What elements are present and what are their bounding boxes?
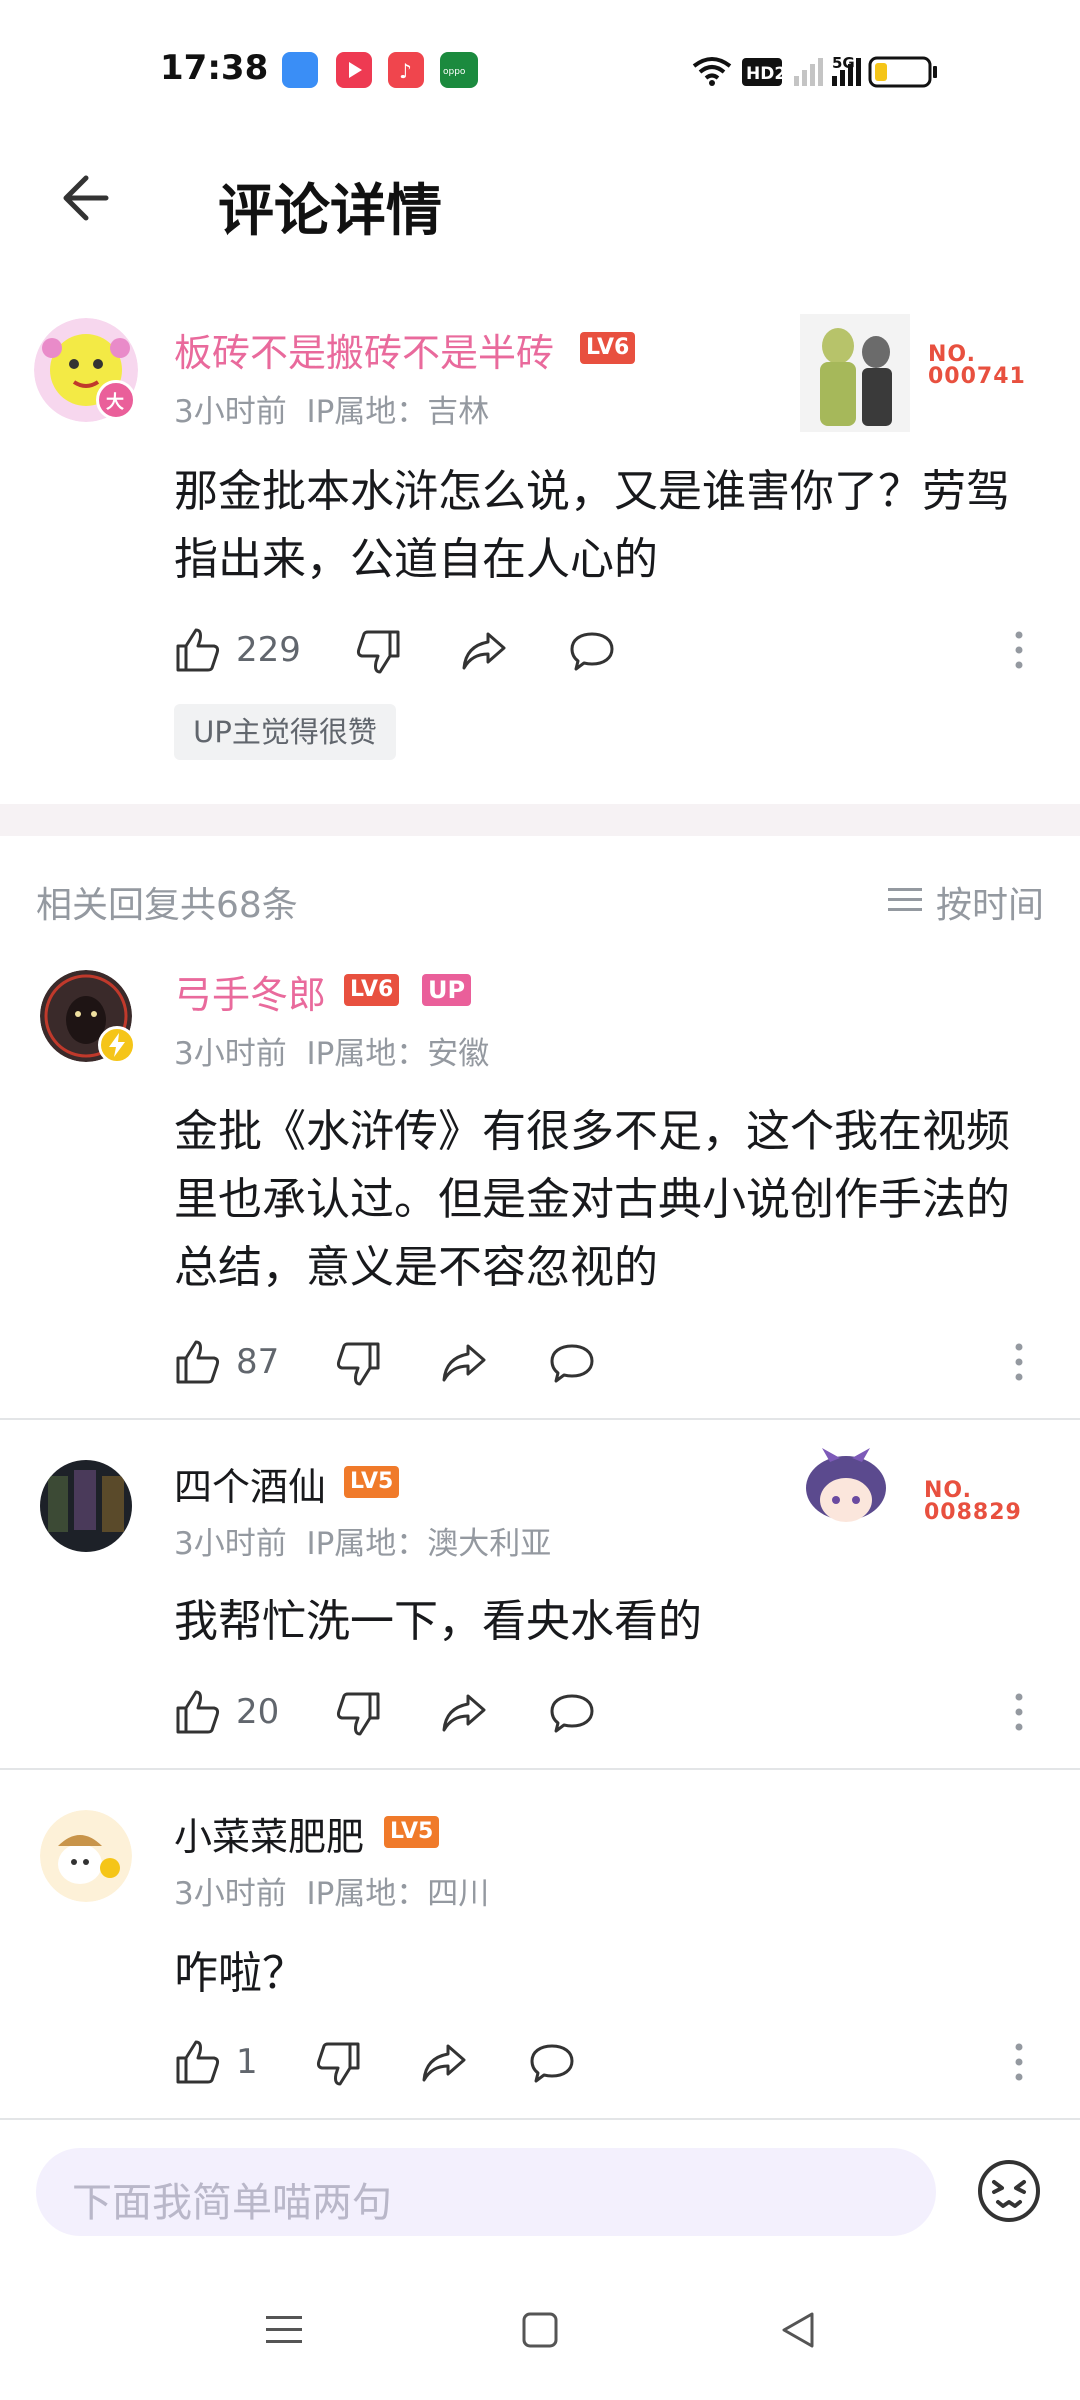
like-icon[interactable] <box>174 626 222 674</box>
sort-label[interactable]: 按时间 <box>936 876 1044 928</box>
sort-button[interactable] <box>886 880 926 920</box>
svg-text:HD2: HD2 <box>746 64 786 84</box>
svg-text:大: 大 <box>106 391 124 413</box>
status-time: 17:38 <box>160 48 269 88</box>
divider <box>0 1418 1080 1420</box>
username[interactable]: 小菜菜肥肥 <box>174 1806 364 1861</box>
menu-nav-icon[interactable] <box>262 2308 306 2352</box>
more-options-icon[interactable] <box>1014 1692 1024 1732</box>
fan-badge-image <box>800 314 910 432</box>
lightning-badge-icon <box>98 1026 136 1064</box>
username[interactable]: 弓手冬郎 <box>174 964 326 1019</box>
back-arrow-icon[interactable] <box>58 172 110 224</box>
reply-icon[interactable] <box>528 2040 576 2088</box>
more-options-icon[interactable] <box>1014 630 1024 670</box>
reply-icon[interactable] <box>548 1340 596 1388</box>
divider <box>0 2118 1080 2120</box>
replies-count: 相关回复共68条 <box>36 885 298 926</box>
dislike-icon[interactable] <box>354 628 402 676</box>
emoji-icon[interactable] <box>976 2158 1042 2224</box>
signal-icon-1 <box>794 58 823 86</box>
level-badge: LV5 <box>384 1816 440 1848</box>
svg-text:♪: ♪ <box>399 59 412 83</box>
like-count: 20 <box>236 1692 280 1732</box>
home-nav-icon[interactable] <box>518 2308 562 2352</box>
reply-icon[interactable] <box>548 1690 596 1738</box>
fan-badge-no: NO. <box>928 342 976 367</box>
svg-text:oppo: oppo <box>443 67 466 77</box>
battery-icon <box>868 56 937 88</box>
comment-content: 那金批本水浒怎么说，又是谁害你了？劳驾 指出来，公道自在人心的 <box>174 466 1010 585</box>
dislike-icon[interactable] <box>334 1340 382 1388</box>
like-icon[interactable] <box>174 1338 222 1386</box>
comment-content: 咋啦？ <box>174 1948 306 1999</box>
page-title: 评论详情 <box>218 179 442 244</box>
fan-badge-no: NO. <box>924 1478 972 1503</box>
level-badge: LV6 <box>580 332 636 364</box>
dislike-icon[interactable] <box>314 2040 362 2088</box>
comment-input-placeholder[interactable]: 下面我简单喵两句 <box>72 2170 392 2228</box>
share-icon[interactable] <box>440 1690 488 1738</box>
music-app-icon: ♪ <box>388 52 424 88</box>
username[interactable]: 四个酒仙 <box>174 1456 326 1511</box>
like-count: 87 <box>236 1342 280 1382</box>
level-badge: LV6 <box>344 974 400 1006</box>
like-count: 229 <box>236 630 301 670</box>
share-icon[interactable] <box>460 628 508 676</box>
oppo-app-icon: oppo <box>440 52 478 88</box>
comment-time: 3小时前 IP属地：吉林 <box>174 394 490 430</box>
reply-icon[interactable] <box>568 628 616 676</box>
avatar[interactable] <box>40 1810 132 1902</box>
up-badge: UP <box>422 974 472 1006</box>
baidu-netdisk-icon <box>282 52 318 88</box>
more-options-icon[interactable] <box>1014 2042 1024 2082</box>
like-icon[interactable] <box>174 2038 222 2086</box>
fan-badge-image <box>806 1448 886 1522</box>
fan-badge-number: 008829 <box>924 1500 1022 1525</box>
wifi-icon <box>692 57 732 86</box>
comment-time: 3小时前 IP属地：澳大利亚 <box>174 1526 552 1562</box>
comment-content: 我帮忙洗一下，看央水看的 <box>174 1596 702 1647</box>
section-divider <box>0 804 1080 836</box>
like-count: 1 <box>236 2042 258 2082</box>
avatar[interactable] <box>40 1460 132 1552</box>
back-nav-icon[interactable] <box>776 2308 820 2352</box>
sort-icon <box>888 888 922 911</box>
share-icon[interactable] <box>440 1340 488 1388</box>
comment-time: 3小时前 IP属地：四川 <box>174 1876 490 1912</box>
level-badge: LV5 <box>344 1466 400 1498</box>
comment-time: 3小时前 IP属地：安徽 <box>174 1036 490 1072</box>
comment-content: 金批《水浒传》有很多不足，这个我在视频 里也承认过。但是金对古典小说创作手法的 … <box>174 1106 1010 1293</box>
more-options-icon[interactable] <box>1014 1342 1024 1382</box>
share-icon[interactable] <box>420 2040 468 2088</box>
fan-badge-number: 000741 <box>928 364 1026 389</box>
dislike-icon[interactable] <box>334 1690 382 1738</box>
like-icon[interactable] <box>174 1688 222 1736</box>
up-liked-tag: UP主觉得很赞 <box>174 704 396 760</box>
status-icons: HD2 5G <box>692 54 937 88</box>
divider <box>0 1768 1080 1770</box>
username[interactable]: 板砖不是搬砖不是半砖 <box>174 322 554 377</box>
video-app-icon <box>336 52 372 88</box>
vip-badge: 大 <box>96 380 136 420</box>
